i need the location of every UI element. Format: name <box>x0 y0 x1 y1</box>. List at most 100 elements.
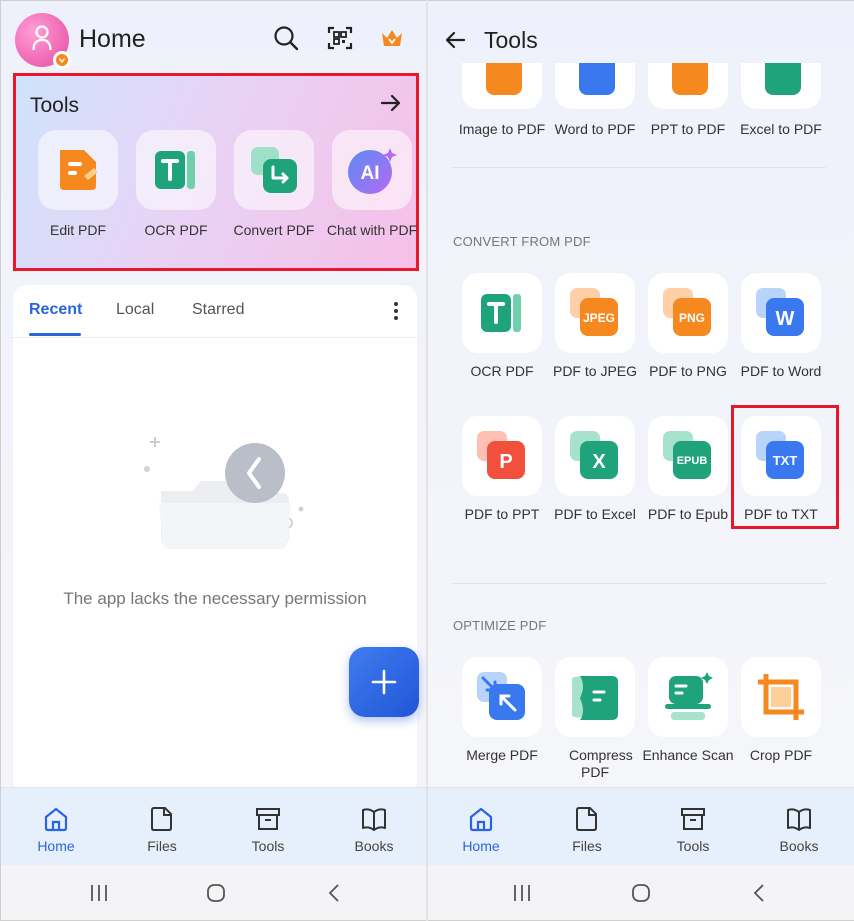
files-card: Recent Local Starred The app lacks the n… <box>13 285 417 795</box>
more-options-icon[interactable] <box>393 301 399 321</box>
tool-pdf-to-epub[interactable]: EPUB <box>648 416 728 496</box>
profile-avatar[interactable] <box>15 13 71 69</box>
tool-crop-pdf[interactable] <box>741 657 821 737</box>
add-button[interactable] <box>349 647 419 717</box>
enhance-scan-icon <box>665 672 713 720</box>
pdf-to-epub-icon: EPUB <box>663 431 711 479</box>
pdf-to-png-icon: PNG <box>663 288 711 336</box>
file-icon <box>576 807 597 831</box>
home-icon <box>44 807 68 832</box>
ppt-to-pdf-icon <box>672 63 708 95</box>
crop-pdf-icon <box>758 674 804 720</box>
tool-word-to-pdf[interactable] <box>555 63 635 109</box>
nav-label: Home <box>462 838 500 854</box>
tool-edit-pdf[interactable] <box>38 130 118 210</box>
tool-merge-pdf[interactable] <box>462 657 542 737</box>
user-icon <box>32 25 52 51</box>
tab-local[interactable]: Local <box>116 301 154 319</box>
empty-state-message: The app lacks the necessary permission <box>63 589 367 608</box>
back-arrow-icon[interactable] <box>444 29 466 51</box>
crown-icon[interactable] <box>379 25 405 51</box>
badge-text: P <box>499 451 512 473</box>
page-title: Home <box>79 25 146 53</box>
nav-tools[interactable]: Tools <box>215 788 321 866</box>
page-title: Tools <box>484 27 538 53</box>
tool-chat-with-pdf[interactable]: AI <box>332 130 412 210</box>
tool-label: Enhance Scan <box>642 747 734 763</box>
vip-badge-icon <box>53 51 71 69</box>
section-title-convert-from-pdf: CONVERT FROM PDF <box>453 234 591 249</box>
back-button-icon[interactable] <box>325 883 345 903</box>
tool-pdf-to-excel[interactable]: X <box>555 416 635 496</box>
tool-ocr-pdf[interactable] <box>136 130 216 210</box>
pdf-to-ppt-icon: P <box>477 431 525 479</box>
tool-label: PDF to Excel <box>554 506 636 522</box>
tool-compress-pdf[interactable] <box>555 657 635 737</box>
nav-label: Books <box>354 838 394 854</box>
tools-card-title: Tools <box>30 94 80 117</box>
tool-label: Crop PDF <box>749 747 813 763</box>
tool-image-to-pdf[interactable] <box>462 63 542 109</box>
empty-folder-icon <box>144 437 304 549</box>
nav-label: Tools <box>251 838 285 854</box>
tool-label: PDF to JPEG <box>552 363 638 379</box>
tool-label: Excel to PDF <box>740 121 822 137</box>
merge-pdf-icon <box>477 672 525 720</box>
tool-label: Compress PDF <box>569 747 633 780</box>
svg-text:AI: AI <box>361 163 380 184</box>
tool-excel-to-pdf[interactable] <box>741 63 821 109</box>
home-button-icon[interactable] <box>631 883 651 903</box>
arrow-right-icon[interactable] <box>380 92 402 114</box>
tool-label: PDF to Epub <box>647 506 729 522</box>
compress-pdf-icon <box>572 676 618 720</box>
tool-pdf-to-png[interactable]: PNG <box>648 273 728 353</box>
toolbox-icon <box>256 808 280 830</box>
tool-ppt-to-pdf[interactable] <box>648 63 728 109</box>
recent-apps-icon[interactable] <box>89 883 109 903</box>
tool-label: Chat with PDF <box>326 222 418 238</box>
system-navigation-bar <box>428 865 854 920</box>
nav-label: Files <box>147 838 177 854</box>
nav-home[interactable]: Home <box>3 788 109 866</box>
edit-pdf-icon <box>60 150 98 190</box>
nav-files[interactable]: Files <box>534 788 640 866</box>
nav-label: Tools <box>676 838 710 854</box>
nav-books[interactable]: Books <box>321 788 427 866</box>
image-to-pdf-icon <box>486 63 522 95</box>
highlight-box <box>731 405 839 529</box>
tab-recent[interactable]: Recent <box>29 301 82 319</box>
tool-ocr-pdf[interactable] <box>462 273 542 353</box>
system-navigation-bar <box>1 865 427 920</box>
word-to-pdf-icon <box>579 63 615 95</box>
tool-pdf-to-word[interactable]: W <box>741 273 821 353</box>
back-button-icon[interactable] <box>750 883 770 903</box>
recent-apps-icon[interactable] <box>512 883 532 903</box>
nav-tools[interactable]: Tools <box>640 788 746 866</box>
nav-label: Books <box>779 838 819 854</box>
tool-pdf-to-jpeg[interactable]: JPEG <box>555 273 635 353</box>
nav-books[interactable]: Books <box>746 788 852 866</box>
book-icon <box>362 808 386 831</box>
tool-label: PDF to PPT <box>464 506 540 522</box>
section-title-optimize-pdf: OPTIMIZE PDF <box>453 618 547 633</box>
tool-label: PPT to PDF <box>650 121 726 137</box>
search-icon[interactable] <box>273 25 299 51</box>
badge-text: EPUB <box>677 455 708 467</box>
badge-text: X <box>592 451 606 473</box>
tool-pdf-to-ppt[interactable]: P <box>462 416 542 496</box>
pdf-to-excel-icon: X <box>570 431 618 479</box>
tool-enhance-scan[interactable] <box>648 657 728 737</box>
toolbox-icon <box>681 808 705 830</box>
home-icon <box>469 807 493 832</box>
home-button-icon[interactable] <box>206 883 226 903</box>
nav-files[interactable]: Files <box>109 788 215 866</box>
scan-qr-icon[interactable] <box>327 25 353 51</box>
convert-pdf-icon <box>251 147 297 193</box>
tool-label: Convert PDF <box>233 222 315 238</box>
tool-convert-pdf[interactable] <box>234 130 314 210</box>
tab-divider <box>13 337 417 338</box>
chat-with-pdf-icon: AI <box>348 148 397 194</box>
tab-starred[interactable]: Starred <box>192 301 244 319</box>
nav-home[interactable]: Home <box>428 788 534 866</box>
nav-label: Home <box>37 838 75 854</box>
